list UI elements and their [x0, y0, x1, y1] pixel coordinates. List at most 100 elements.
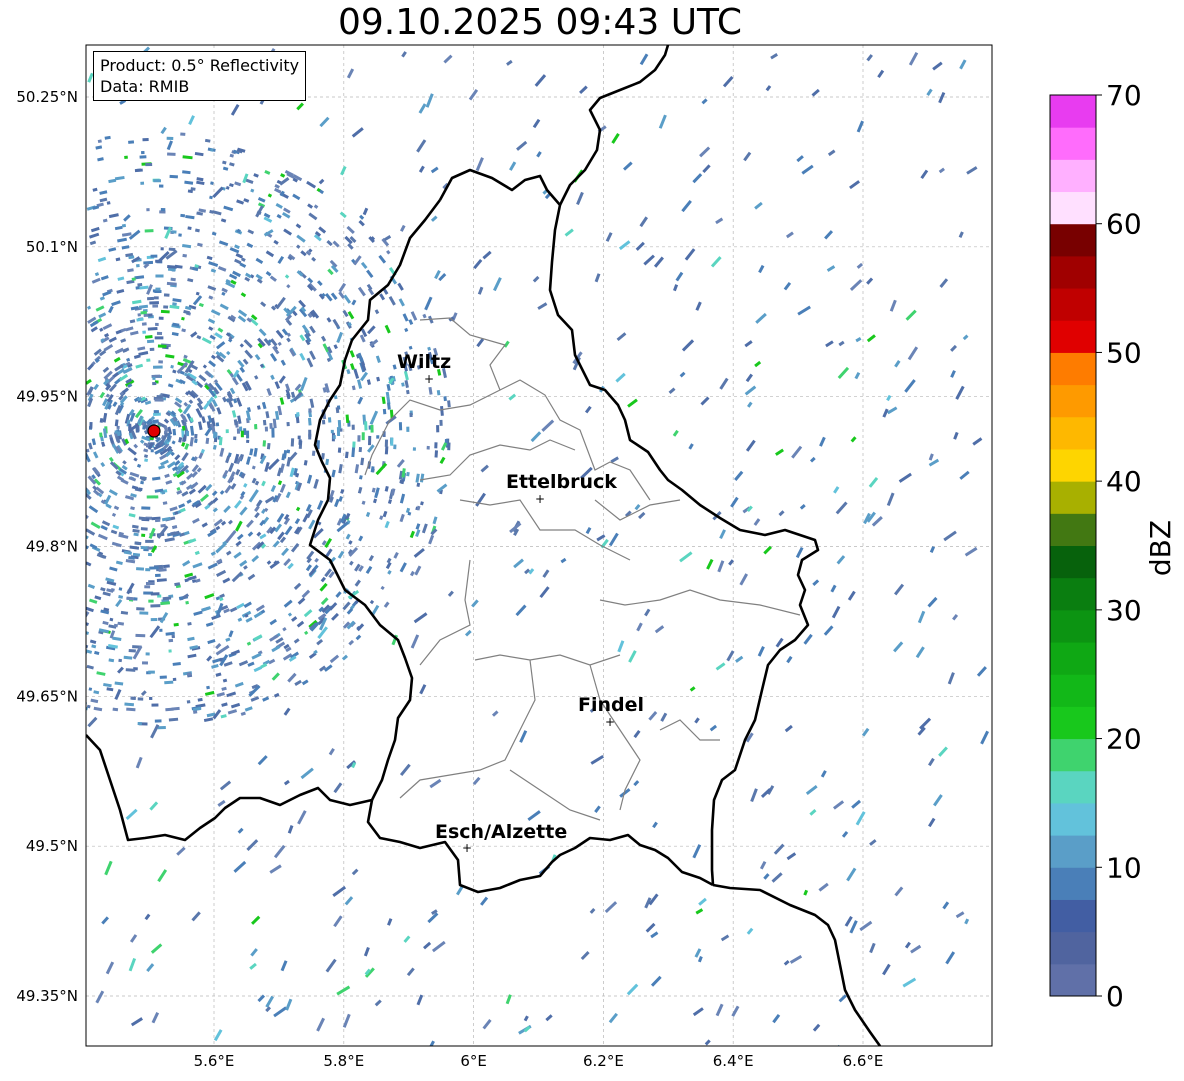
echo-cell [262, 440, 267, 447]
echo-cell [149, 301, 159, 305]
lat-tick-label: 50.1°N [26, 238, 78, 256]
colorbar-segment [1050, 738, 1096, 772]
echo-cell [140, 181, 145, 185]
echo-cell [271, 427, 275, 438]
colorbar-tick-label: 40 [1106, 465, 1142, 498]
echo-cell [370, 424, 374, 433]
echo-cell [180, 213, 186, 218]
colorbar-segment [1050, 931, 1096, 965]
echo-cell [439, 419, 443, 426]
echo-cell [155, 322, 159, 326]
echo-cell [185, 600, 189, 605]
echo-cell [225, 429, 229, 434]
echo-cell [443, 396, 447, 402]
echo-cell [153, 179, 161, 183]
city-label-esch: Esch/Alzette [435, 821, 567, 843]
colorbar-segment [1050, 642, 1096, 675]
colorbar-segment [1050, 706, 1096, 740]
echo-cell [233, 436, 237, 441]
echo-cell [308, 408, 312, 413]
echo-cell [186, 700, 191, 704]
echo-cell [140, 480, 144, 485]
echo-cell [266, 442, 271, 450]
echo-cell [134, 168, 143, 173]
echo-cell [336, 427, 341, 437]
echo-cell [409, 412, 413, 418]
echo-cell [156, 394, 163, 399]
colorbar-segment [1050, 577, 1096, 611]
echo-cell [172, 677, 177, 682]
echo-cell [364, 421, 368, 431]
echo-cell [154, 336, 164, 340]
echo-cell [317, 1045, 323, 1046]
colorbar-segment [1050, 223, 1096, 257]
echo-cell [144, 229, 154, 233]
city-marker-wiltz: + [424, 372, 434, 386]
city-marker-esch: + [462, 841, 472, 855]
echo-cell [286, 449, 291, 454]
echo-cell [141, 506, 151, 510]
echo-cell [166, 136, 174, 141]
echo-cell [154, 518, 161, 523]
colorbar: 0 10 20 30 40 50 60 70 [1049, 79, 1142, 1013]
echo-cell [150, 449, 154, 453]
echo-cell [136, 567, 145, 571]
lat-tick-label: 49.8°N [26, 538, 78, 556]
echo-cell [194, 433, 198, 439]
product-text: Product: 0.5° Reflectivity [100, 56, 300, 75]
echo-cell [133, 597, 138, 601]
echo-cell [170, 277, 176, 282]
echo-cell [148, 599, 154, 603]
echo-cell [307, 417, 312, 426]
echo-cell [121, 223, 127, 228]
echo-cell [171, 634, 175, 639]
echo-cell [163, 305, 169, 309]
colorbar-segment [1050, 288, 1096, 321]
echo-cell [148, 670, 155, 674]
echo-cell [131, 696, 136, 701]
echo-cell [155, 287, 161, 291]
echo-cell [154, 719, 162, 723]
echo-cell [254, 423, 258, 430]
echo-cell [246, 439, 250, 444]
echo-cell [192, 710, 198, 714]
echo-cell [168, 649, 172, 653]
echo-cell [89, 421, 93, 429]
echo-cell [124, 155, 128, 159]
echo-cell [358, 446, 363, 453]
echo-cell [148, 553, 152, 557]
echo-cell [163, 293, 170, 297]
echo-cell [146, 339, 155, 344]
lat-tick-label: 49.95°N [16, 388, 78, 406]
echo-cell [426, 445, 430, 450]
echo-cell [157, 344, 167, 348]
echo-cell [214, 432, 218, 438]
echo-cell [390, 437, 394, 446]
echo-cell [368, 435, 372, 446]
colorbar-segment [1050, 674, 1096, 707]
echo-cell [150, 592, 160, 596]
echo-cell [160, 309, 170, 314]
echo-cell [171, 230, 177, 234]
echo-cell [186, 672, 192, 676]
echo-cell [296, 412, 300, 417]
echo-cell [406, 471, 410, 477]
echo-cell [152, 376, 156, 380]
echo-cell [330, 429, 334, 434]
city-label-wiltz: Wiltz [397, 351, 451, 373]
echo-cell [152, 304, 159, 308]
echo-cell [393, 444, 397, 450]
colorbar-segment [1050, 191, 1096, 225]
echo-cell [145, 162, 153, 167]
echo-cell [172, 428, 177, 436]
echo-cell [141, 322, 147, 326]
echo-cell [152, 381, 157, 386]
echo-cell [240, 430, 244, 438]
echo-cell [157, 725, 166, 730]
colorbar-segment [1050, 127, 1096, 160]
echo-cell [406, 389, 410, 395]
colorbar-segment [1050, 159, 1096, 193]
colorbar-segment [1050, 352, 1096, 386]
echo-cell [384, 439, 389, 447]
echo-cell [327, 417, 332, 423]
